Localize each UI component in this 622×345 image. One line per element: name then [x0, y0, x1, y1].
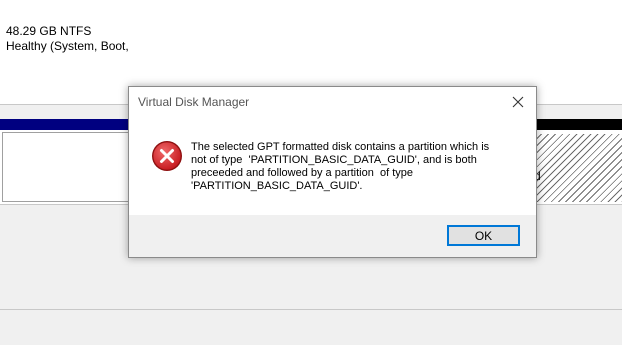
dialog-footer: OK: [129, 215, 536, 257]
volume-info: 48.29 GB NTFS Healthy (System, Boot,: [6, 24, 129, 54]
volume-size: 48.29 GB NTFS: [6, 24, 92, 38]
dialog-title: Virtual Disk Manager: [138, 95, 250, 109]
volume-status: Healthy (System, Boot,: [6, 39, 129, 53]
ok-button[interactable]: OK: [447, 225, 520, 246]
error-message: The selected GPT formatted disk contains…: [191, 141, 490, 192]
error-dialog: Virtual Disk Manager The selected GPT fo…: [128, 86, 537, 258]
close-icon: [512, 96, 524, 108]
close-button[interactable]: [506, 91, 530, 113]
divider: [0, 309, 622, 310]
error-icon: [152, 141, 182, 171]
